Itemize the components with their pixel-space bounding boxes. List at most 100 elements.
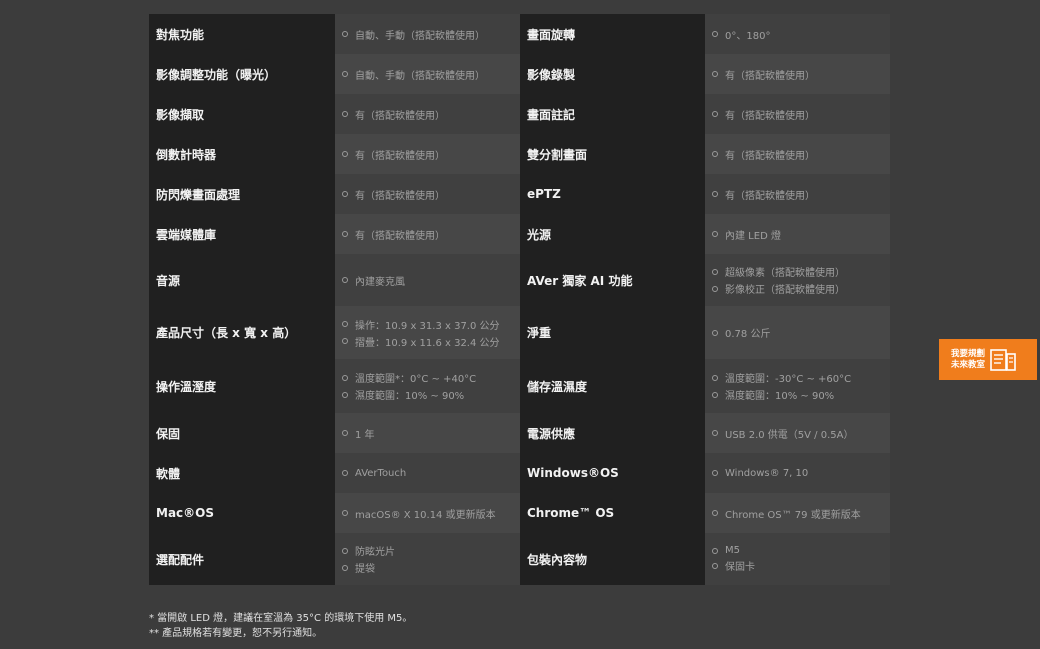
spec-value: Windows® 7, 10 (705, 453, 890, 493)
bullet-circle-icon (342, 111, 348, 117)
spec-key: 對焦功能 (149, 14, 335, 54)
plan-classroom-tab[interactable]: 我要規劃 未來教室 (939, 339, 1037, 380)
spec-value: 1 年 (335, 413, 520, 453)
spec-value-text: 防眩光片 (355, 547, 395, 558)
bullet-circle-icon (342, 151, 348, 157)
spec-value-text: Chrome OS™ 79 或更新版本 (725, 509, 861, 521)
bullet-circle-icon (712, 231, 718, 237)
spec-key: 雙分割畫面 (520, 134, 705, 174)
spec-value-line: USB 2.0 供電（5V / 0.5A） (712, 426, 853, 441)
spec-value-line: 自動、手動（搭配軟體使用） (342, 67, 485, 82)
spec-value-line: 0.78 公斤 (712, 325, 770, 340)
bullet-circle-icon (342, 547, 348, 554)
bullet-circle-icon (342, 338, 348, 344)
spec-value-line: 有（搭配軟體使用） (712, 67, 815, 82)
spec-value-line: AVerTouch (342, 468, 406, 479)
spec-value-text: 0°、180° (725, 30, 771, 42)
spec-key: 音源 (149, 254, 335, 306)
bullet-circle-icon (712, 562, 718, 569)
spec-value: macOS® X 10.14 或更新版本 (335, 493, 520, 533)
bullet-circle-icon (712, 470, 718, 476)
spec-value: 自動、手動（搭配軟體使用） (335, 54, 520, 94)
spec-row: 倒數計時器 有（搭配軟體使用） 雙分割畫面 有（搭配軟體使用） (149, 134, 890, 174)
spec-value-line: 影像校正（搭配軟體使用） (712, 281, 845, 296)
bullet-circle-icon (342, 71, 348, 77)
spec-value-text: 提袋 (355, 564, 375, 575)
bullet-circle-icon (712, 31, 718, 37)
spec-value-line: 提袋 (342, 560, 395, 575)
spec-value-text: 自動、手動（搭配軟體使用） (355, 30, 485, 42)
spec-value-text: AVerTouch (355, 467, 407, 479)
spec-value-text: 自動、手動（搭配軟體使用） (355, 70, 485, 82)
spec-key: AVer 獨家 AI 功能 (520, 254, 705, 306)
bullet-circle-icon (342, 470, 348, 476)
spec-value: 有（搭配軟體使用） (335, 214, 520, 254)
spec-value-text: USB 2.0 供電（5V / 0.5A） (725, 429, 854, 441)
spec-value-line: 溫度範圍*：0°C ~ +40°C (342, 370, 476, 385)
spec-key: Chrome™ OS (520, 493, 705, 533)
bullet-circle-icon (342, 31, 348, 37)
spec-value: 防眩光片 提袋 (335, 533, 520, 585)
spec-value-text: 內建麥克風 (355, 276, 405, 288)
spec-key: 影像擷取 (149, 94, 335, 134)
spec-value: 有（搭配軟體使用） (335, 94, 520, 134)
spec-value-text: 有（搭配軟體使用） (355, 150, 445, 162)
spec-value-line: 有（搭配軟體使用） (712, 147, 815, 162)
spec-value: 內建麥克風 (335, 254, 520, 306)
spec-value-line: Chrome OS™ 79 或更新版本 (712, 506, 861, 521)
spec-value-line: 濕度範圍：10% ~ 90% (712, 387, 851, 402)
spec-value-line: 防眩光片 (342, 543, 395, 558)
spec-value-text: 摺疊：10.9 x 11.6 x 32.4 公分 (355, 337, 500, 349)
spec-value-text: 影像校正（搭配軟體使用） (725, 285, 845, 296)
spec-value-line: 有（搭配軟體使用） (712, 107, 815, 122)
spec-key: 電源供應 (520, 413, 705, 453)
bullet-circle-icon (342, 191, 348, 197)
spec-key: 軟體 (149, 453, 335, 493)
spec-key: 防閃爍畫面處理 (149, 174, 335, 214)
side-tab-line2: 未來教室 (951, 359, 986, 370)
spec-key: 儲存溫濕度 (520, 359, 705, 413)
bullet-circle-icon (712, 547, 718, 554)
spec-row: 操作溫溼度 溫度範圍*：0°C ~ +40°C 濕度範圍：10% ~ 90% 儲存溫濕… (149, 359, 890, 413)
spec-value-text: Windows® 7, 10 (725, 467, 809, 479)
spec-value: 有（搭配軟體使用） (335, 174, 520, 214)
spec-value: 0°、180° (705, 14, 890, 54)
spec-value-line: 有（搭配軟體使用） (342, 187, 445, 202)
spec-value-line: 濕度範圍：10% ~ 90% (342, 387, 476, 402)
spec-row: 保固 1 年 電源供應 USB 2.0 供電（5V / 0.5A） (149, 413, 890, 453)
spec-value-line: 摺疊：10.9 x 11.6 x 32.4 公分 (342, 334, 500, 349)
bullet-circle-icon (712, 430, 718, 436)
bullet-circle-icon (342, 430, 348, 436)
spec-value: 超級像素（搭配軟體使用） 影像校正（搭配軟體使用） (705, 254, 890, 306)
spec-row: 影像調整功能（曝光） 自動、手動（搭配軟體使用） 影像錄製 有（搭配軟體使用） (149, 54, 890, 94)
bullet-circle-icon (712, 268, 718, 275)
spec-key: 畫面旋轉 (520, 14, 705, 54)
spec-value: 溫度範圍：-30°C ~ +60°C 濕度範圍：10% ~ 90% (705, 359, 890, 413)
bullet-circle-icon (342, 277, 348, 283)
spec-value-text: 有（搭配軟體使用） (355, 230, 445, 242)
spec-row: 選配配件 防眩光片 提袋 包裝內容物 M5 保固卡 (149, 533, 890, 585)
spec-value-line: 有（搭配軟體使用） (342, 107, 445, 122)
spec-key: 選配配件 (149, 533, 335, 585)
spec-row: 產品尺寸（長 x 寬 x 高） 操作：10.9 x 31.3 x 37.0 公分摺… (149, 306, 890, 359)
spec-key: 影像錄製 (520, 54, 705, 94)
spec-key: 淨重 (520, 306, 705, 359)
spec-value-text: macOS® X 10.14 或更新版本 (355, 509, 496, 521)
spec-value-text: 內建 LED 燈 (725, 230, 781, 242)
footnotes: * 當開啟 LED 燈，建議在室溫為 35°C 的環境下使用 M5。 ** 產品… (149, 611, 412, 641)
bullet-circle-icon (342, 374, 348, 381)
bullet-circle-icon (712, 510, 718, 516)
bullet-circle-icon (342, 510, 348, 516)
spec-value: 自動、手動（搭配軟體使用） (335, 14, 520, 54)
spec-value-line: 自動、手動（搭配軟體使用） (342, 27, 485, 42)
spec-value-text: 溫度範圍*：0°C ~ +40°C (355, 374, 477, 385)
spec-value: 溫度範圍*：0°C ~ +40°C 濕度範圍：10% ~ 90% (335, 359, 520, 413)
spec-value-text: 有（搭配軟體使用） (725, 110, 815, 122)
spec-value-line: 內建 LED 燈 (712, 227, 781, 242)
spec-key: 操作溫溼度 (149, 359, 335, 413)
spec-value: 0.78 公斤 (705, 306, 890, 359)
bullet-circle-icon (342, 321, 348, 327)
spec-value-line: 1 年 (342, 426, 375, 441)
spec-key: 保固 (149, 413, 335, 453)
spec-value-text: M5 (725, 545, 740, 556)
